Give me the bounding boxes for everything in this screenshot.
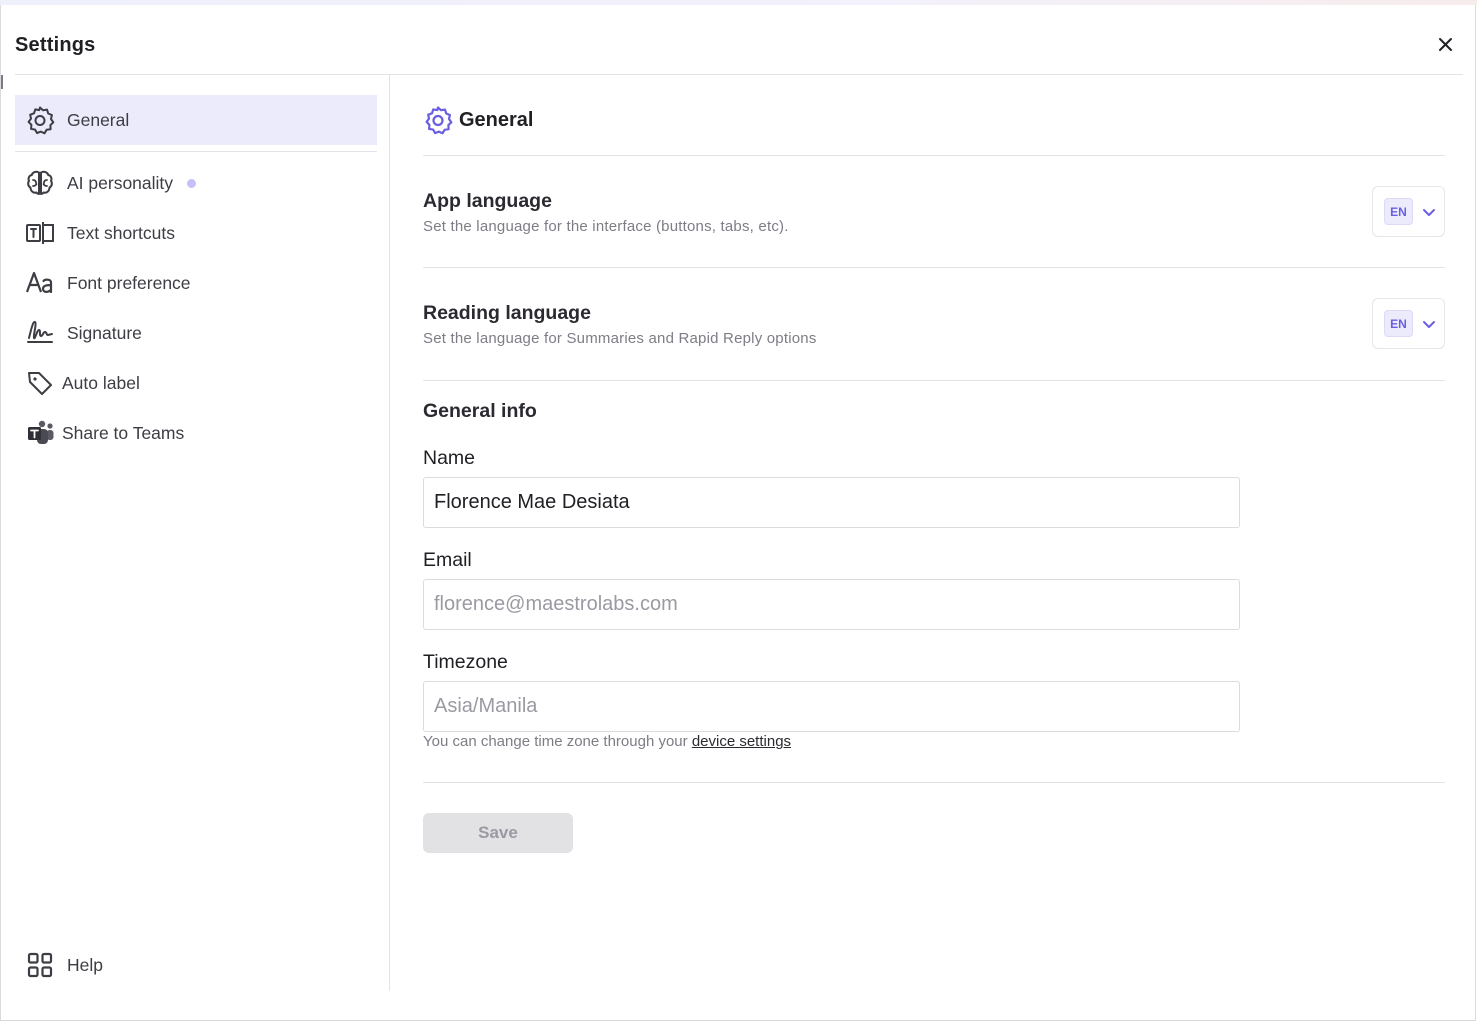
- dialog-title: Settings: [15, 34, 96, 56]
- gear-icon: [25, 105, 55, 135]
- reading-language-select[interactable]: EN: [1372, 298, 1445, 349]
- sidebar-item-text-shortcuts[interactable]: Text shortcuts: [15, 208, 377, 258]
- sidebar-item-font-preference[interactable]: Font preference: [15, 258, 377, 308]
- divider: [423, 380, 1445, 381]
- timezone-hint-text: You can change time zone through your: [423, 733, 692, 750]
- app-language-select[interactable]: EN: [1372, 186, 1445, 237]
- signature-icon: [25, 318, 55, 348]
- general-info-title: General info: [423, 400, 537, 422]
- sidebar-divider: [15, 151, 377, 152]
- settings-dialog: Settings General AI personality Text sho…: [0, 5, 1476, 1021]
- divider: [423, 782, 1445, 783]
- reading-language-description: Set the language for Summaries and Rapid…: [423, 330, 817, 347]
- language-badge: EN: [1384, 310, 1413, 337]
- sidebar-item-general[interactable]: General: [15, 95, 377, 145]
- sidebar-item-label: Auto label: [62, 372, 140, 393]
- section-title: General: [459, 108, 534, 131]
- chevron-down-icon: [1423, 209, 1435, 216]
- divider: [423, 267, 1445, 268]
- sidebar-item-ai-personality[interactable]: AI personality: [15, 158, 377, 208]
- chevron-down-icon: [1423, 321, 1435, 328]
- name-label: Name: [423, 447, 476, 469]
- email-field: [423, 579, 1240, 630]
- tag-icon: [25, 368, 55, 398]
- timezone-field: [423, 681, 1240, 732]
- sidebar-item-share-to-teams[interactable]: Share to Teams: [15, 408, 377, 458]
- text-shortcut-icon: [25, 218, 55, 248]
- help-button[interactable]: Help: [15, 950, 103, 980]
- app-language-title: App language: [423, 190, 552, 212]
- divider: [423, 155, 1445, 156]
- sidebar-item-label: Share to Teams: [62, 422, 185, 443]
- teams-icon: [25, 418, 55, 448]
- save-button[interactable]: Save: [423, 813, 573, 853]
- app-language-description: Set the language for the interface (butt…: [423, 218, 789, 235]
- sidebar-item-label: AI personality: [67, 172, 174, 193]
- sidebar-item-label: Font preference: [67, 272, 191, 293]
- reading-language-title: Reading language: [423, 302, 591, 324]
- section-header: General: [423, 105, 533, 135]
- sidebar-item-label: Text shortcuts: [67, 222, 175, 243]
- sidebar-item-signature[interactable]: Signature: [15, 308, 377, 358]
- dialog-header: Settings: [15, 5, 1463, 75]
- sidebar-item-label: Signature: [67, 322, 142, 343]
- grid-icon: [25, 950, 55, 980]
- brain-icon: [25, 168, 55, 198]
- sidebar: General AI personality Text shortcuts Fo…: [1, 75, 390, 991]
- name-input[interactable]: [423, 477, 1240, 528]
- sidebar-item-auto-label[interactable]: Auto label: [15, 358, 377, 408]
- font-icon: [25, 268, 55, 298]
- new-indicator-dot: [187, 178, 197, 188]
- close-icon[interactable]: [1435, 34, 1457, 56]
- close-button[interactable]: [1435, 34, 1457, 56]
- timezone-hint: You can change time zone through your de…: [423, 733, 791, 750]
- language-badge: EN: [1384, 198, 1413, 225]
- email-label: Email: [423, 549, 472, 571]
- help-label: Help: [67, 954, 103, 975]
- timezone-label: Timezone: [423, 651, 508, 673]
- device-settings-link[interactable]: device settings: [692, 733, 791, 750]
- gear-icon: [423, 105, 453, 135]
- sidebar-item-label: General: [67, 109, 130, 130]
